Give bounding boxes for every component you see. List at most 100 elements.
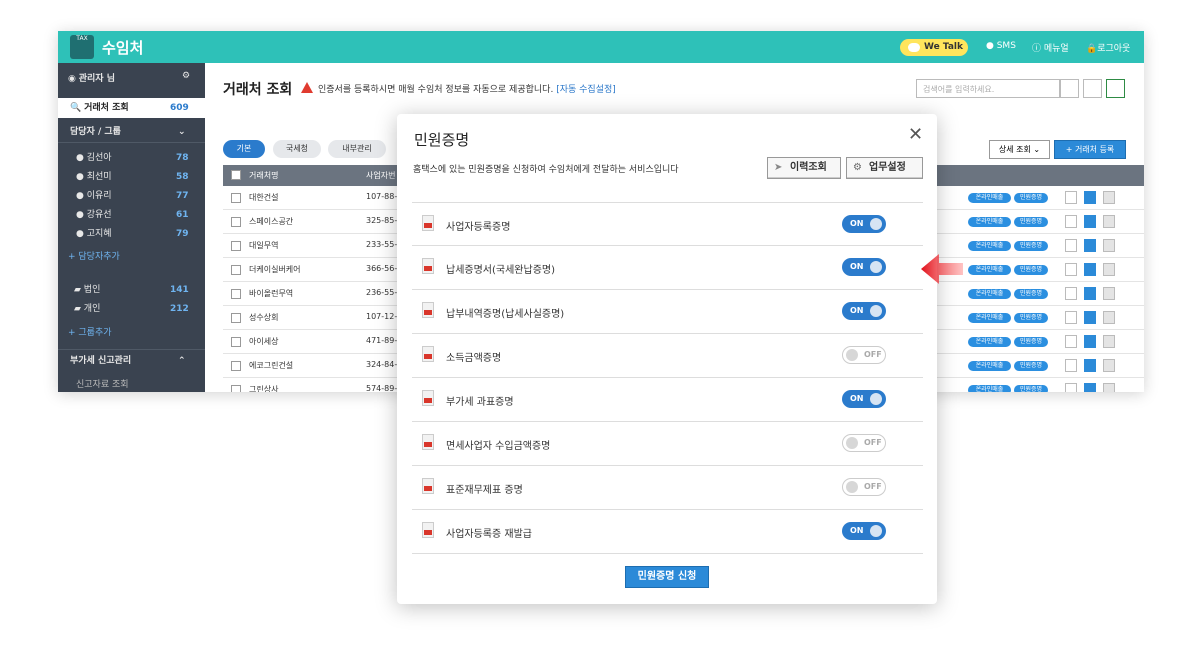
row-checkbox[interactable]: [231, 241, 241, 251]
scan-icon[interactable]: [1084, 263, 1096, 276]
scan-icon[interactable]: [1084, 383, 1096, 392]
gear-icon[interactable]: ⚙: [182, 71, 190, 81]
row-checkbox[interactable]: [231, 313, 241, 323]
civil-cert-badge[interactable]: 민원증명: [1014, 385, 1048, 392]
sidebar-item-folder[interactable]: ▰ 개인 212: [58, 300, 205, 318]
sidebar-item-manager[interactable]: ● 김선아 78: [58, 149, 205, 167]
civil-cert-badge[interactable]: 민원증명: [1014, 313, 1048, 323]
message-icon[interactable]: [1103, 263, 1115, 276]
search-button[interactable]: [1060, 79, 1079, 98]
online-sales-badge[interactable]: 온라인매출: [968, 289, 1011, 299]
online-sales-badge[interactable]: 온라인매출: [968, 241, 1011, 251]
close-icon[interactable]: ✕: [908, 124, 923, 145]
message-icon[interactable]: [1103, 191, 1115, 204]
vat-item[interactable]: 신고자료 조회: [58, 377, 205, 391]
pdf-icon: [422, 522, 434, 538]
scan-icon[interactable]: [1084, 215, 1096, 228]
document-icon[interactable]: [1065, 215, 1077, 228]
scan-icon[interactable]: [1084, 287, 1096, 300]
civil-cert-badge[interactable]: 민원증명: [1014, 217, 1048, 227]
row-checkbox[interactable]: [231, 337, 241, 347]
add-manager-button[interactable]: + 담당자추가: [58, 249, 205, 265]
online-sales-badge[interactable]: 온라인매출: [968, 217, 1011, 227]
message-icon[interactable]: [1103, 239, 1115, 252]
document-icon[interactable]: [1065, 359, 1077, 372]
sidebar-item-manager[interactable]: ● 고지혜 79: [58, 225, 205, 243]
online-sales-badge[interactable]: 온라인매출: [968, 313, 1011, 323]
add-group-button[interactable]: + 그룹추가: [58, 325, 205, 341]
message-icon[interactable]: [1103, 335, 1115, 348]
message-icon[interactable]: [1103, 383, 1115, 392]
civil-cert-badge[interactable]: 민원증명: [1014, 193, 1048, 203]
excel-icon[interactable]: [1106, 79, 1125, 98]
sms-link[interactable]: ● SMS: [986, 41, 1016, 51]
message-icon[interactable]: [1103, 359, 1115, 372]
cert-toggle[interactable]: ON: [842, 215, 886, 233]
document-icon[interactable]: [1065, 191, 1077, 204]
detail-search-button[interactable]: 상세 조회 ⌄: [989, 140, 1050, 159]
message-icon[interactable]: [1103, 311, 1115, 324]
scan-icon[interactable]: [1084, 311, 1096, 324]
online-sales-badge[interactable]: 온라인매출: [968, 265, 1011, 275]
document-icon[interactable]: [1065, 239, 1077, 252]
search-input[interactable]: 검색어를 입력하세요.: [916, 79, 1060, 98]
cert-toggle[interactable]: ON: [842, 302, 886, 320]
manual-link[interactable]: ⓘ 메뉴얼: [1032, 41, 1069, 54]
tab-internal[interactable]: 내부관리: [328, 140, 386, 158]
online-sales-badge[interactable]: 온라인매출: [968, 385, 1011, 392]
add-client-button[interactable]: + 거래처 등록: [1054, 140, 1126, 159]
online-sales-badge[interactable]: 온라인매출: [968, 361, 1011, 371]
cert-toggle[interactable]: OFF: [842, 346, 886, 364]
sidebar-item-manager[interactable]: ● 이유리 77: [58, 187, 205, 205]
pdf-icon: [422, 346, 434, 362]
document-icon[interactable]: [1065, 287, 1077, 300]
document-icon[interactable]: [1065, 311, 1077, 324]
scan-icon[interactable]: [1084, 335, 1096, 348]
cert-toggle[interactable]: ON: [842, 258, 886, 276]
row-checkbox[interactable]: [231, 265, 241, 275]
row-checkbox[interactable]: [231, 289, 241, 299]
scan-icon[interactable]: [1084, 359, 1096, 372]
scan-icon[interactable]: [1084, 191, 1096, 204]
sidebar-item-folder[interactable]: ▰ 법인 141: [58, 281, 205, 299]
wetalk-button[interactable]: We Talk: [900, 39, 968, 56]
civil-cert-badge[interactable]: 민원증명: [1014, 337, 1048, 347]
submit-button[interactable]: 민원증명 신청: [625, 566, 709, 588]
list-view-icon[interactable]: [1083, 79, 1102, 98]
document-icon[interactable]: [1065, 335, 1077, 348]
cert-item: 부가세 과표증명 ON: [412, 378, 923, 422]
message-icon[interactable]: [1103, 287, 1115, 300]
civil-cert-badge[interactable]: 민원증명: [1014, 361, 1048, 371]
civil-cert-badge[interactable]: 민원증명: [1014, 241, 1048, 251]
online-sales-badge[interactable]: 온라인매출: [968, 337, 1011, 347]
cert-toggle[interactable]: ON: [842, 522, 886, 540]
row-checkbox[interactable]: [231, 193, 241, 203]
group-header[interactable]: 담당자 / 그룹 ⌄: [58, 121, 205, 143]
settings-button[interactable]: ⚙ 업무설정: [846, 157, 923, 179]
row-checkbox[interactable]: [231, 361, 241, 371]
history-button[interactable]: ➤ 이력조회: [767, 157, 841, 179]
select-all-checkbox[interactable]: [231, 170, 241, 180]
message-icon[interactable]: [1103, 215, 1115, 228]
logout-link[interactable]: 🔒로그아웃: [1086, 41, 1130, 54]
document-icon[interactable]: [1065, 263, 1077, 276]
document-icon[interactable]: [1065, 383, 1077, 392]
sidebar-item-manager[interactable]: ● 최선미 58: [58, 168, 205, 186]
cert-toggle[interactable]: OFF: [842, 434, 886, 452]
client-name: 성수상회: [249, 313, 279, 322]
auto-collect-link[interactable]: [자동 수집설정]: [556, 85, 616, 95]
tab-basic[interactable]: 기본: [223, 140, 265, 158]
scan-icon[interactable]: [1084, 239, 1096, 252]
row-checkbox[interactable]: [231, 385, 241, 392]
row-checkbox[interactable]: [231, 217, 241, 227]
cert-toggle[interactable]: ON: [842, 390, 886, 408]
cert-toggle[interactable]: OFF: [842, 478, 886, 496]
vat-header[interactable]: 부가세 신고관리 ⌃: [58, 349, 205, 371]
sidebar-item-manager[interactable]: ● 강유선 61: [58, 206, 205, 224]
tab-nts[interactable]: 국세청: [273, 140, 321, 158]
civil-cert-badge[interactable]: 민원증명: [1014, 265, 1048, 275]
client-name: 그린상사: [249, 385, 279, 392]
online-sales-badge[interactable]: 온라인매출: [968, 193, 1011, 203]
civil-cert-badge[interactable]: 민원증명: [1014, 289, 1048, 299]
sidebar-item-clients[interactable]: 🔍 거래처 조회 609: [58, 98, 205, 118]
